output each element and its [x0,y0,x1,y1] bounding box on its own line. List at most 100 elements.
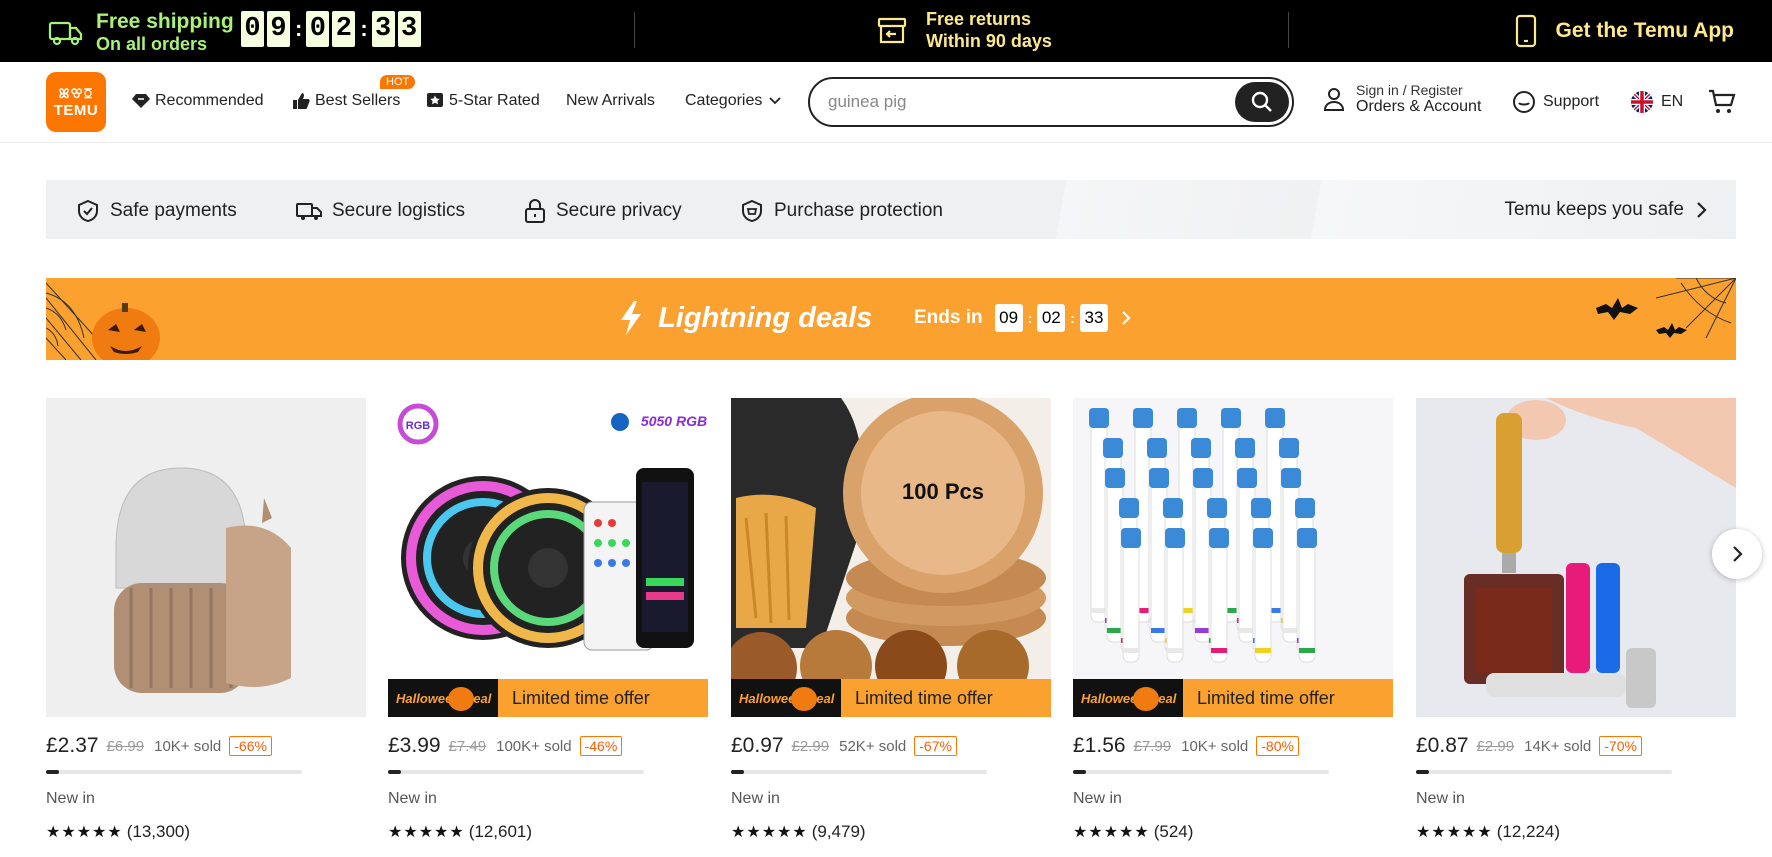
hot-badge: HOT [380,75,416,89]
carousel-next-button[interactable] [1712,529,1762,579]
ends-in-label: Ends in [914,307,983,328]
sales-progress-bar [1073,770,1329,774]
safety-item-label: Secure logistics [332,200,466,221]
returns-subtitle: Within 90 days [926,30,1052,51]
nav-best-sellers[interactable]: Best Sellers [292,92,400,110]
price-row: £0.97 £2.99 52K+ sold -67% [731,733,1051,759]
account-menu[interactable]: Sign in / Register Orders & Account [1322,82,1481,116]
promo-topbar: Free shipping On all orders 0 9 : 0 2 : … [0,0,1772,62]
product-sold-count: 10K+ sold [154,737,222,755]
rating-stars: ★★★★★ [388,824,465,841]
chevron-down-icon [769,97,782,105]
lock-icon [525,199,545,223]
countdown-hours: 09 [994,304,1023,332]
product-price: £3.99 [388,734,441,757]
rgb-badge-text: RGB [406,420,431,432]
sales-progress-bar [46,770,302,774]
shield-check-icon [78,199,98,223]
shipping-title: Free shipping [96,10,234,33]
discount-badge: -46% [579,736,623,756]
nav-five-star[interactable]: 5-Star Rated [426,92,540,110]
sales-progress-fill [1073,770,1086,774]
product-card[interactable]: £2.37 £6.99 10K+ sold -66% New in ★★★★★ … [46,398,366,842]
product-price: £0.97 [731,734,784,757]
return-box-icon [877,17,907,43]
limited-offer-strip: Halloween Deal Limited time offer [731,679,1051,717]
product-image[interactable]: Halloween Deal Limited time offer [1073,398,1393,717]
search-input[interactable] [828,90,1208,114]
brush-head [1297,528,1317,663]
countdown-minutes: 02 [1037,304,1066,332]
nav-new-arrivals[interactable]: New Arrivals [566,92,655,110]
product-card[interactable]: Halloween Deal Limited time offer £1.56 … [1073,398,1393,842]
nav-best-sellers-label: Best Sellers [315,92,401,109]
free-returns-promo[interactable]: Free returns Within 90 days [876,9,1052,52]
halloween-deal-badge: Halloween Deal [388,679,498,717]
rating-stars: ★★★★★ [731,824,808,841]
new-in-tag: New in [1416,790,1465,807]
cart-icon [1709,89,1736,113]
product-price: £2.37 [46,734,99,757]
language-selector[interactable]: EN [1630,90,1683,114]
nav-new-arrivals-label: New Arrivals [566,92,655,109]
support-link[interactable]: Support [1512,90,1599,114]
product-sold-count: 14K+ sold [1524,737,1592,755]
temu-keeps-you-safe-link[interactable]: Temu keeps you safe [1504,199,1708,221]
sales-progress-fill [46,770,59,774]
free-shipping-promo[interactable]: Free shipping On all orders [46,10,234,55]
search-button[interactable] [1235,82,1289,122]
lightning-countdown: Ends in 09 : 02 : 33 [914,304,1132,332]
countdown-digit: 0 [306,11,330,47]
brush-head [1121,528,1141,663]
review-count: (12,224) [1496,822,1561,841]
chevron-right-icon [1122,311,1131,325]
product-image[interactable] [1416,398,1736,717]
nav-recommended[interactable]: Recommended [132,92,264,110]
product-rating: ★★★★★ (12,224) [1416,822,1736,842]
divider [634,12,635,48]
product-image[interactable]: RGB 5050 RGB Halloween Deal Limited time… [388,398,708,717]
uk-flag-icon [1631,91,1653,113]
get-app-link[interactable]: Get the Temu App [1512,14,1734,48]
support-chat-icon [1513,91,1535,113]
sign-in-label: Sign in / Register [1356,82,1463,98]
new-in-tag: New in [1073,790,1122,807]
safety-item-label: Safe payments [110,200,237,221]
temu-logo[interactable]: ꕤꕢꗞ TEMU [46,72,106,132]
nav-five-star-label: 5-Star Rated [449,92,540,109]
divider [1288,12,1289,48]
cart-button[interactable] [1708,89,1736,120]
review-count: (12,601) [468,822,533,841]
secure-privacy: Secure privacy [524,199,682,223]
countdown-digit: 3 [371,11,395,47]
product-image[interactable] [46,398,366,717]
review-count: (9,479) [811,822,866,841]
pumpkin-icon [1133,687,1159,711]
lightning-deals-banner[interactable]: Lightning deals Ends in 09 : 02 : 33 [46,278,1736,360]
price-row: £2.37 £6.99 10K+ sold -66% [46,733,366,759]
sales-progress-fill [1416,770,1429,774]
rating-stars: ★★★★★ [46,824,123,841]
product-card[interactable]: £0.87 £2.99 14K+ sold -70% New in ★★★★★ … [1416,398,1736,842]
discount-badge: -70% [1599,736,1642,756]
nav-categories[interactable]: Categories [685,92,787,110]
countdown-digit: 2 [332,11,356,47]
search-bar [808,77,1294,127]
product-image[interactable]: 100 Pcs Halloween Deal Limited time offe… [731,398,1051,717]
support-label: Support [1543,93,1600,110]
safety-strip[interactable]: Safe payments Secure logistics Secure pr… [46,180,1736,239]
product-price: £0.87 [1416,734,1469,757]
toothbrush-heads-image [1073,398,1393,717]
rgb-5050-badge-text: 5050 RGB [641,413,707,429]
discount-badge: -67% [914,736,957,756]
new-in-tag: New in [731,790,780,807]
sales-progress-bar [1416,770,1672,774]
chevron-right-icon [1697,202,1707,218]
countdown-digit: 9 [267,11,290,47]
sales-progress-bar [388,770,644,774]
price-row: £3.99 £7.49 100K+ sold -46% [388,733,708,759]
product-card[interactable]: 100 Pcs Halloween Deal Limited time offe… [731,398,1051,842]
countdown-digit: 0 [241,11,264,47]
product-card[interactable]: RGB 5050 RGB Halloween Deal Limited time… [388,398,708,842]
perfume-atomizer-image [1416,398,1736,717]
